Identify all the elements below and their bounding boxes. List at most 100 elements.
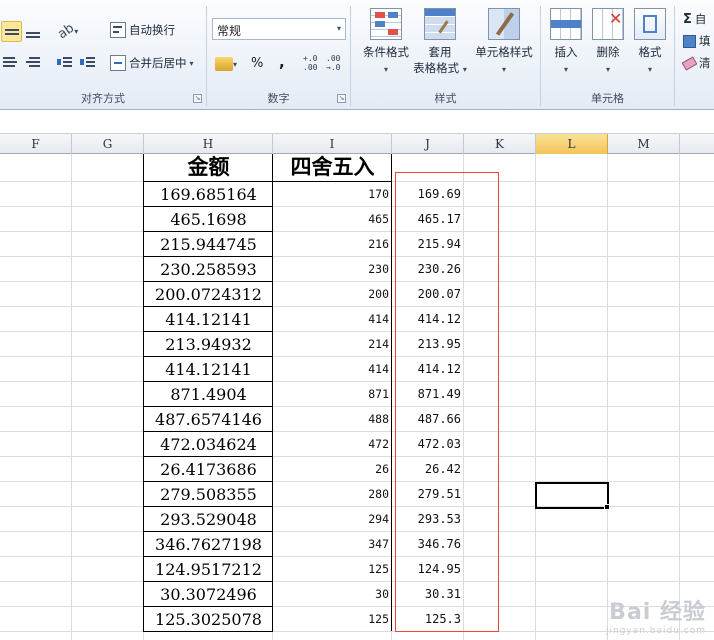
- amount-cell[interactable]: 465.1698: [144, 207, 273, 231]
- middle-align-button[interactable]: [1, 21, 22, 42]
- header-cell-rounded[interactable]: 四舍五入: [273, 154, 392, 181]
- rounded-cell[interactable]: 488: [273, 407, 392, 431]
- header-cell-amount[interactable]: 金额: [144, 154, 273, 181]
- cells-group: 插入 ▾ ✕ 删除 ▾ 格式 ▾ 单元格: [541, 0, 674, 110]
- insert-dropdown-icon: ▾: [563, 65, 568, 74]
- percent-style-button[interactable]: %: [251, 56, 263, 71]
- cell-styles-label: 单元格样式: [475, 45, 533, 59]
- grid-vline: [679, 154, 680, 640]
- amount-cell[interactable]: 30.3072496: [144, 582, 273, 606]
- rounded-cell[interactable]: 214: [273, 332, 392, 356]
- currency-dropdown-icon: ▾: [233, 59, 238, 69]
- bottom-align-button[interactable]: [25, 23, 43, 41]
- rounded-cell[interactable]: 280: [273, 482, 392, 506]
- amount-cell[interactable]: 487.6574146: [144, 407, 273, 431]
- amount-cell[interactable]: 215.944745: [144, 232, 273, 256]
- rounded-cell[interactable]: 170: [273, 182, 392, 206]
- column-header-j[interactable]: J: [392, 134, 464, 154]
- conditional-format-dropdown-icon: ▾: [383, 65, 388, 74]
- amount-cell[interactable]: 200.0724312: [144, 282, 273, 306]
- amount-cell[interactable]: 124.9517212: [144, 557, 273, 581]
- amount-cell[interactable]: 472.034624: [144, 432, 273, 456]
- spreadsheet-grid[interactable]: 金额 四舍五入 169.685164 170 169.69 465.1698 465 46…: [0, 154, 714, 640]
- column-header-f[interactable]: F: [0, 134, 72, 154]
- amount-cell[interactable]: 871.4904: [144, 382, 273, 406]
- decrease-decimal-button[interactable]: .00 →.0: [326, 54, 346, 72]
- editing-group: Σ 自 填 清: [675, 0, 714, 110]
- wrap-text-label: 自动换行: [129, 23, 175, 37]
- increase-indent-button[interactable]: [80, 54, 98, 72]
- fill-button[interactable]: 填: [683, 30, 711, 52]
- wrap-text-button[interactable]: 自动换行: [110, 19, 175, 41]
- fill-handle[interactable]: [604, 504, 610, 510]
- increase-decimal-button[interactable]: +.0 .00: [303, 54, 323, 72]
- alignment-launcher-icon[interactable]: ↘: [193, 94, 202, 103]
- rounded-cell[interactable]: 216: [273, 232, 392, 256]
- rounded-cell[interactable]: 30: [273, 582, 392, 606]
- rounded-cell[interactable]: 414: [273, 307, 392, 331]
- align-left-button[interactable]: [2, 54, 20, 72]
- column-header-g[interactable]: G: [72, 134, 144, 154]
- format-as-table-button[interactable]: 套用 表格格式 ▾: [409, 8, 471, 78]
- autosum-button[interactable]: Σ 自: [683, 8, 706, 30]
- watermark-url: jingyan.baidu.com: [605, 626, 706, 636]
- clear-button[interactable]: 清: [681, 52, 711, 74]
- decrease-indent-icon: [57, 54, 73, 70]
- conditional-format-label: 条件格式: [363, 45, 409, 59]
- merge-center-button[interactable]: 合并后居中 ▾: [110, 52, 194, 74]
- amount-cell[interactable]: 26.4173686: [144, 457, 273, 481]
- amount-cell[interactable]: 230.258593: [144, 257, 273, 281]
- column-header-m[interactable]: M: [608, 134, 680, 154]
- grid-vline: [535, 154, 536, 640]
- baidu-watermark: Bai 经验 jingyan.baidu.com: [606, 594, 706, 636]
- amount-cell[interactable]: 213.94932: [144, 332, 273, 356]
- number-launcher-icon[interactable]: ↘: [337, 94, 346, 103]
- format-cells-button[interactable]: 格式 ▾: [629, 8, 671, 78]
- rounded-cell[interactable]: 26: [273, 457, 392, 481]
- number-format-select[interactable]: 常规 ▾: [212, 18, 346, 40]
- bottom-align-icon: [25, 23, 41, 39]
- amount-cell[interactable]: 279.508355: [144, 482, 273, 506]
- wrap-text-icon: [110, 22, 126, 38]
- amount-cell[interactable]: 293.529048: [144, 507, 273, 531]
- cell-styles-dropdown-icon: ▾: [501, 65, 506, 74]
- column-header-k[interactable]: K: [464, 134, 536, 154]
- column-header-l[interactable]: L: [536, 134, 608, 154]
- rounded-cell[interactable]: 230: [273, 257, 392, 281]
- rounded-cell[interactable]: 125: [273, 557, 392, 581]
- amount-cell[interactable]: 169.685164: [144, 182, 273, 206]
- active-cell-l[interactable]: [535, 482, 609, 509]
- decrease-indent-button[interactable]: [57, 54, 75, 72]
- column-header-n-partial[interactable]: [680, 134, 714, 154]
- rounded-cell[interactable]: 414: [273, 357, 392, 381]
- insert-button[interactable]: 插入 ▾: [545, 8, 587, 78]
- comma-style-button[interactable]: ,: [279, 53, 285, 71]
- rounded-cell[interactable]: 294: [273, 507, 392, 531]
- insert-label: 插入: [554, 45, 578, 59]
- accounting-format-button[interactable]: ▾: [215, 54, 243, 74]
- rounded-cell[interactable]: 125: [273, 607, 392, 631]
- rounded-cell[interactable]: 871: [273, 382, 392, 406]
- cell-styles-button[interactable]: 单元格样式 ▾: [471, 8, 537, 78]
- amount-cell[interactable]: 414.12141: [144, 307, 273, 331]
- column-header-i[interactable]: I: [273, 134, 392, 154]
- merge-center-icon: [110, 55, 126, 71]
- amount-cell[interactable]: 125.3025078: [144, 607, 273, 631]
- amount-cell[interactable]: 346.7627198: [144, 532, 273, 556]
- rounded-cell[interactable]: 465: [273, 207, 392, 231]
- amount-cell[interactable]: 414.12141: [144, 357, 273, 381]
- rounded-cell[interactable]: 347: [273, 532, 392, 556]
- column-header-h[interactable]: H: [144, 134, 273, 154]
- rounded-cell[interactable]: 200: [273, 282, 392, 306]
- format-cells-dropdown-icon: ▾: [647, 65, 652, 74]
- orientation-button[interactable]: ab ▾: [55, 20, 84, 42]
- conditional-format-button[interactable]: 条件格式 ▾: [355, 8, 417, 78]
- rounded-cell[interactable]: 472: [273, 432, 392, 456]
- currency-icon: [215, 57, 233, 71]
- format-table-label-2: 表格格式: [413, 61, 460, 75]
- middle-align-icon: [4, 24, 20, 40]
- delete-button[interactable]: ✕ 删除 ▾: [587, 8, 629, 78]
- delete-dropdown-icon: ▾: [605, 65, 610, 74]
- align-right-button[interactable]: [25, 54, 43, 72]
- sigma-icon: Σ: [683, 11, 692, 27]
